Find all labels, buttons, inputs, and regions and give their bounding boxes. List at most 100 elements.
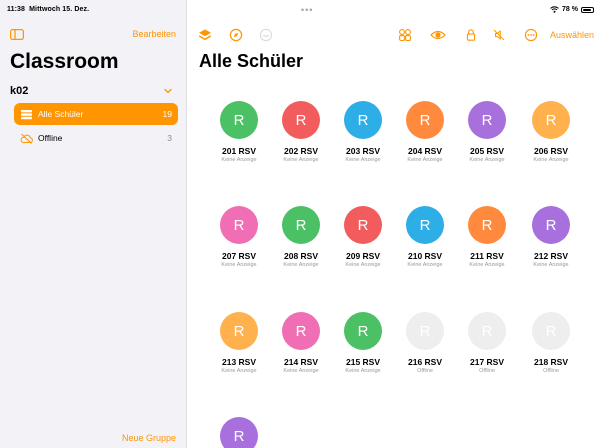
student-tile[interactable]: R 204 RSV Keine Anzeige [394, 101, 456, 163]
student-name: 209 RSV [345, 251, 381, 261]
cloud-offline-icon [20, 133, 33, 144]
sidebar-title: Classroom [10, 50, 119, 73]
inbox-icon[interactable] [259, 28, 273, 42]
status-time: 11:38 Mittwoch 15. Dez. [7, 6, 89, 13]
compass-icon[interactable] [229, 28, 243, 42]
sidebar-item-label: Offline [38, 133, 63, 143]
student-avatar: R [406, 101, 444, 139]
student-status: Offline [543, 368, 559, 374]
student-name: 205 RSV [469, 146, 505, 156]
student-tile[interactable]: R 210 RSV Keine Anzeige [394, 206, 456, 268]
student-tile[interactable]: R 203 RSV Keine Anzeige [332, 101, 394, 163]
student-name: 201 RSV [221, 146, 257, 156]
student-avatar: R [406, 312, 444, 350]
student-name: 216 RSV [407, 357, 443, 367]
multitasking-dots-icon[interactable]: ••• [301, 5, 313, 15]
student-status: Offline [417, 368, 433, 374]
student-name: 206 RSV [533, 146, 569, 156]
student-avatar: R [220, 206, 258, 244]
student-status: Offline [479, 368, 495, 374]
student-avatar: R [532, 206, 570, 244]
student-name: 218 RSV [533, 357, 569, 367]
main-content: ••• 78 % Auswählen Alle Schüler R 201 RS… [187, 0, 602, 448]
student-name: 213 RSV [221, 357, 257, 367]
student-name: 203 RSV [345, 146, 381, 156]
student-avatar: R [532, 312, 570, 350]
student-tile[interactable]: R 206 RSV Keine Anzeige [520, 101, 582, 163]
student-tile[interactable]: R 211 RSV Keine Anzeige [456, 206, 518, 268]
battery-icon [581, 6, 594, 13]
student-status: Keine Anzeige [407, 157, 443, 163]
student-tile[interactable]: R 205 RSV Keine Anzeige [456, 101, 518, 163]
sidebar-toggle-icon[interactable] [10, 29, 24, 40]
student-tile[interactable]: R 213 RSV Keine Anzeige [208, 312, 270, 374]
student-avatar: R [220, 417, 258, 448]
student-avatar: R [220, 312, 258, 350]
student-status: Keine Anzeige [533, 262, 569, 268]
student-name: 215 RSV [345, 357, 381, 367]
student-status: Keine Anzeige [345, 262, 381, 268]
student-status: Keine Anzeige [407, 262, 443, 268]
student-avatar: R [468, 101, 506, 139]
student-tile[interactable]: R 201 RSV Keine Anzeige [208, 101, 270, 163]
student-status: Keine Anzeige [469, 262, 505, 268]
student-avatar: R [406, 206, 444, 244]
select-button[interactable]: Auswählen [550, 30, 594, 40]
chevron-down-icon[interactable] [164, 88, 172, 94]
student-tile[interactable]: R 216 RSV Offline [394, 312, 456, 374]
student-name: 212 RSV [533, 251, 569, 261]
new-group-button[interactable]: Neue Gruppe [122, 433, 176, 443]
student-avatar: R [344, 101, 382, 139]
student-tile[interactable]: R 212 RSV Keine Anzeige [520, 206, 582, 268]
page-title: Alle Schüler [199, 51, 304, 71]
student-avatar: R [344, 206, 382, 244]
sidebar-item-label: Alle Schüler [38, 109, 84, 119]
student-name: 207 RSV [221, 251, 257, 261]
status-clock: 11:38 [7, 6, 26, 13]
group-name: k02 [10, 85, 29, 97]
student-status: Keine Anzeige [283, 157, 319, 163]
lock-icon[interactable] [464, 28, 478, 42]
eye-icon[interactable] [430, 28, 446, 42]
student-tile[interactable]: R [208, 417, 270, 448]
student-status: Keine Anzeige [533, 157, 569, 163]
student-status: Keine Anzeige [283, 368, 319, 374]
student-name: 210 RSV [407, 251, 443, 261]
student-tile[interactable]: R 209 RSV Keine Anzeige [332, 206, 394, 268]
student-avatar: R [220, 101, 258, 139]
student-name: 204 RSV [407, 146, 443, 156]
sidebar-item-all-students[interactable]: Alle Schüler 19 [14, 103, 178, 125]
student-name: 214 RSV [283, 357, 319, 367]
status-date: Mittwoch 15. Dez. [29, 6, 90, 13]
stack-icon [21, 109, 32, 119]
sidebar-item-offline[interactable]: Offline 3 [14, 127, 178, 149]
battery-percent: 78 % [562, 6, 578, 13]
student-tile[interactable]: R 208 RSV Keine Anzeige [270, 206, 332, 268]
student-tile[interactable]: R 218 RSV Offline [520, 312, 582, 374]
mute-icon[interactable] [492, 28, 506, 42]
student-status: Keine Anzeige [221, 262, 257, 268]
grid-icon[interactable] [398, 28, 412, 42]
student-avatar: R [282, 206, 320, 244]
student-status: Keine Anzeige [221, 368, 257, 374]
student-tile[interactable]: R 214 RSV Keine Anzeige [270, 312, 332, 374]
more-icon[interactable] [524, 28, 538, 42]
edit-button[interactable]: Bearbeiten [132, 29, 176, 39]
student-status: Keine Anzeige [345, 368, 381, 374]
student-status: Keine Anzeige [469, 157, 505, 163]
student-tile[interactable]: R 217 RSV Offline [456, 312, 518, 374]
student-avatar: R [468, 312, 506, 350]
student-name: 217 RSV [469, 357, 505, 367]
group-header[interactable]: k02 [10, 84, 172, 98]
student-tile[interactable]: R 202 RSV Keine Anzeige [270, 101, 332, 163]
sidebar-item-count: 3 [167, 133, 172, 143]
layers-icon[interactable] [198, 28, 212, 42]
student-tile[interactable]: R 207 RSV Keine Anzeige [208, 206, 270, 268]
student-avatar: R [344, 312, 382, 350]
sidebar-item-count: 19 [162, 109, 172, 119]
student-status: Keine Anzeige [283, 262, 319, 268]
student-name: 208 RSV [283, 251, 319, 261]
student-tile[interactable]: R 215 RSV Keine Anzeige [332, 312, 394, 374]
wifi-icon [550, 6, 559, 13]
student-avatar: R [468, 206, 506, 244]
